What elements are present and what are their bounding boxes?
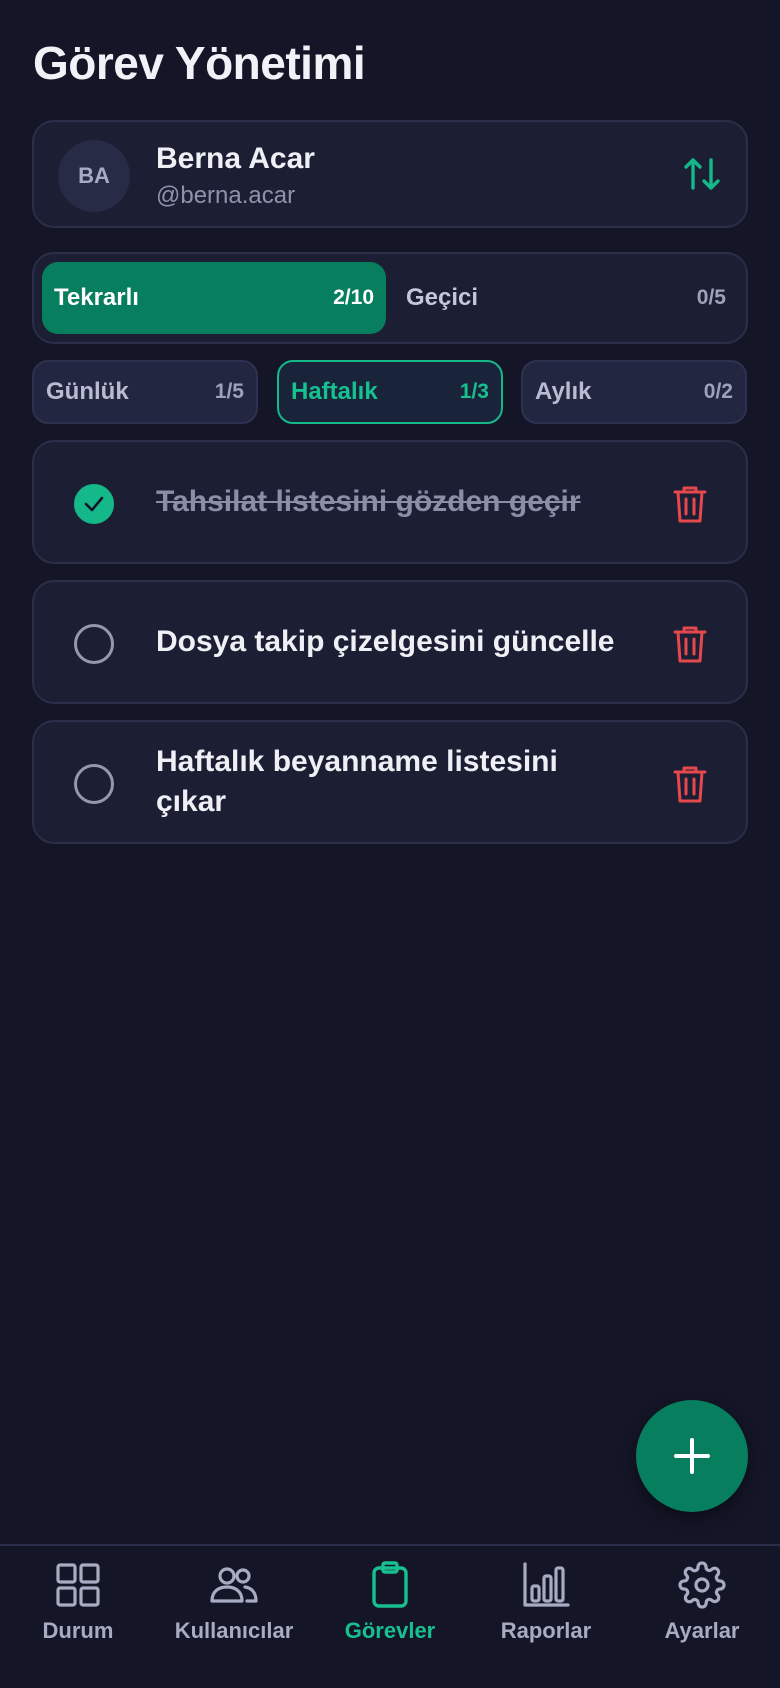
tab-daily[interactable]: Günlük 1/5 xyxy=(32,360,258,424)
grid-icon xyxy=(56,1563,100,1607)
nav-item-raporlar[interactable]: Raporlar xyxy=(468,1560,624,1660)
task-checkbox[interactable] xyxy=(74,624,114,664)
tab-count: 1/3 xyxy=(459,380,489,403)
tab-count: 1/5 xyxy=(214,380,244,403)
task-checkbox[interactable] xyxy=(74,484,114,524)
nav-item-durum[interactable]: Durum xyxy=(0,1560,156,1660)
tab-label: Haftalık xyxy=(291,378,378,405)
page-title: Görev Yönetimi xyxy=(33,37,366,89)
check-icon xyxy=(84,496,104,512)
tab-count: 0/5 xyxy=(696,286,726,309)
switch-user-button[interactable] xyxy=(682,154,722,194)
nav-label: Durum xyxy=(42,1618,114,1643)
nav-item-kullanicilar[interactable]: Kullanıcılar xyxy=(156,1560,312,1660)
nav-label: Ayarlar xyxy=(664,1618,740,1643)
tab-monthly[interactable]: Aylık 0/2 xyxy=(521,360,747,424)
tab-weekly[interactable]: Haftalık 1/3 xyxy=(277,360,503,424)
task-text: Haftalık beyanname listesini çıkar xyxy=(156,745,558,818)
avatar: BA xyxy=(58,140,130,212)
user-handle: @berna.acar xyxy=(156,182,296,209)
nav-label: Raporlar xyxy=(500,1618,592,1643)
trash-icon[interactable] xyxy=(672,764,708,804)
swap-vertical-icon xyxy=(684,158,720,190)
nav-item-gorevler[interactable]: Görevler xyxy=(312,1560,468,1660)
clipboard-icon xyxy=(372,1561,408,1608)
tab-recurring[interactable]: Tekrarlı 2/10 xyxy=(42,262,386,334)
trash-icon[interactable] xyxy=(672,484,708,524)
tab-count: 2/10 xyxy=(333,286,374,309)
tab-label: Günlük xyxy=(46,378,129,405)
task-item: Haftalık beyanname listesini çıkar xyxy=(32,720,748,844)
users-icon xyxy=(210,1567,258,1603)
nav-label: Görevler xyxy=(344,1618,436,1643)
nav-item-ayarlar[interactable]: Ayarlar xyxy=(624,1560,780,1660)
tab-temporary[interactable]: Geçici 0/5 xyxy=(394,262,738,334)
tab-label: Tekrarlı xyxy=(54,284,139,311)
task-type-tabs: Tekrarlı 2/10 Geçici 0/5 xyxy=(32,252,748,344)
tab-count: 0/2 xyxy=(703,380,733,403)
user-card: BA Berna Acar @berna.acar xyxy=(32,120,748,228)
bottom-nav: Durum Kullanıcılar Görevler Raporlar Aya… xyxy=(0,1544,780,1688)
nav-label: Kullanıcılar xyxy=(174,1618,294,1643)
user-name: Berna Acar xyxy=(156,142,315,175)
plus-icon xyxy=(674,1438,710,1474)
gear-icon xyxy=(678,1561,726,1609)
task-checkbox[interactable] xyxy=(74,764,114,804)
bar-chart-icon xyxy=(523,1562,570,1607)
task-text: Tahsilat listesini gözden geçir xyxy=(156,485,581,518)
task-item: Tahsilat listesini gözden geçir xyxy=(32,440,748,564)
trash-icon[interactable] xyxy=(672,624,708,664)
task-text: Dosya takip çizelgesini güncelle xyxy=(156,625,615,658)
tab-label: Geçici xyxy=(406,284,479,311)
task-item: Dosya takip çizelgesini güncelle xyxy=(32,580,748,704)
add-task-button[interactable] xyxy=(636,1400,748,1512)
tab-label: Aylık xyxy=(535,378,592,405)
